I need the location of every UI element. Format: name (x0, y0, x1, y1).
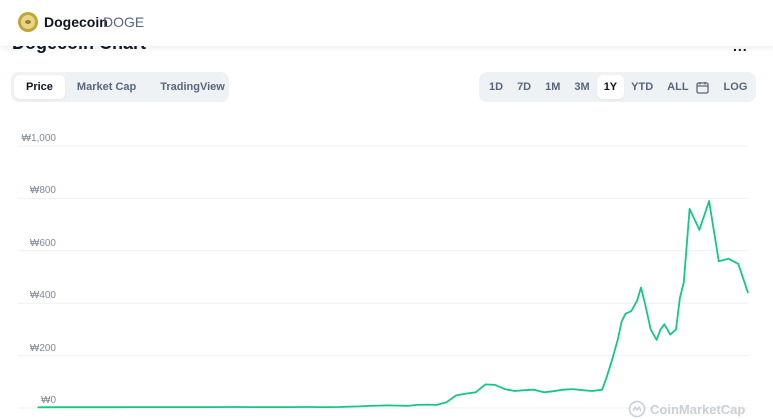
coinmarketcap-logo-icon (628, 400, 646, 418)
price-line-series (37, 200, 749, 409)
watermark-text: CoinMarketCap (650, 401, 746, 417)
coinmarketcap-watermark: CoinMarketCap (628, 400, 745, 418)
price-data-point (640, 286, 642, 289)
price-data-point (387, 404, 389, 406)
price-data-point (475, 391, 477, 393)
price-data-point (455, 394, 457, 396)
price-data-point (154, 406, 156, 408)
price-data-point (591, 390, 594, 392)
price-data-point (309, 406, 311, 408)
price-data-point (689, 208, 691, 210)
price-data-point (698, 229, 701, 231)
price-data-point (484, 383, 486, 385)
price-data-point (624, 313, 627, 315)
price-data-point (348, 406, 350, 408)
price-data-point (358, 405, 360, 407)
y-tick-label: ₩1,000 (21, 133, 56, 144)
price-data-point (173, 406, 175, 408)
price-data-point (659, 328, 662, 330)
y-tick-label: ₩400 (29, 290, 56, 302)
price-data-point (212, 406, 214, 408)
price-data-point (679, 297, 681, 299)
price-data-point (523, 389, 525, 391)
price-data-point (280, 406, 282, 408)
price-data-point (636, 300, 638, 302)
price-data-point (251, 406, 253, 408)
price-data-point (669, 334, 671, 336)
price-data-point (407, 405, 409, 407)
price-data-point (56, 406, 59, 408)
price-data-point (718, 260, 720, 262)
price-data-point (37, 406, 39, 408)
price-data-point (533, 389, 535, 391)
price-data-point (504, 388, 506, 390)
price-data-point (601, 389, 603, 391)
y-tick-label: ₩0 (41, 395, 56, 406)
price-data-point (231, 406, 234, 408)
price-data-point (494, 384, 496, 386)
y-tick-label: ₩800 (29, 185, 56, 197)
price-data-point (300, 406, 302, 408)
price-chart (18, 145, 749, 409)
price-data-point (338, 406, 341, 408)
price-data-point (656, 339, 658, 341)
dogecoin-logo-icon (18, 12, 38, 32)
price-data-point (683, 281, 685, 283)
price-data-point (329, 406, 331, 408)
price-data-point (572, 388, 574, 390)
price-data-point (630, 310, 632, 312)
price-data-point (270, 406, 272, 408)
coin-name: Dogecoin (44, 14, 108, 30)
price-data-point (543, 391, 545, 393)
price-data-point (436, 404, 438, 406)
price-data-point (95, 406, 97, 408)
price-data-point (737, 263, 739, 265)
price-data-point (319, 406, 321, 408)
price-data-point (675, 328, 677, 330)
price-data-point (445, 401, 448, 403)
price-data-point (663, 323, 666, 325)
price-data-point (617, 339, 619, 341)
price-data-point (465, 393, 467, 395)
price-data-point (134, 406, 136, 408)
price-data-point (562, 389, 564, 391)
price-data-point (727, 258, 730, 260)
price-data-point (514, 390, 516, 392)
price-data-point (611, 360, 613, 362)
price-data-point (368, 405, 370, 407)
price-data-point (582, 389, 584, 391)
price-data-point (193, 406, 195, 408)
y-tick-label: ₩200 (29, 342, 56, 354)
price-data-point (76, 406, 78, 408)
price-data-point (650, 328, 652, 330)
price-data-point (115, 406, 117, 408)
price-data-point (426, 404, 428, 406)
price-data-point (747, 292, 749, 294)
price-data-point (552, 390, 555, 392)
price-data-point (416, 404, 418, 406)
price-data-point (397, 405, 399, 407)
price-data-point (290, 406, 292, 408)
price-data-point (644, 302, 646, 304)
coin-symbol: DOGE (103, 14, 145, 30)
coin-header-bar: Dogecoin DOGE (0, 0, 773, 46)
price-data-point (377, 405, 379, 407)
price-data-point (605, 378, 607, 380)
price-data-point (621, 320, 623, 323)
y-tick-label: ₩600 (29, 237, 56, 249)
price-data-point (708, 200, 710, 202)
